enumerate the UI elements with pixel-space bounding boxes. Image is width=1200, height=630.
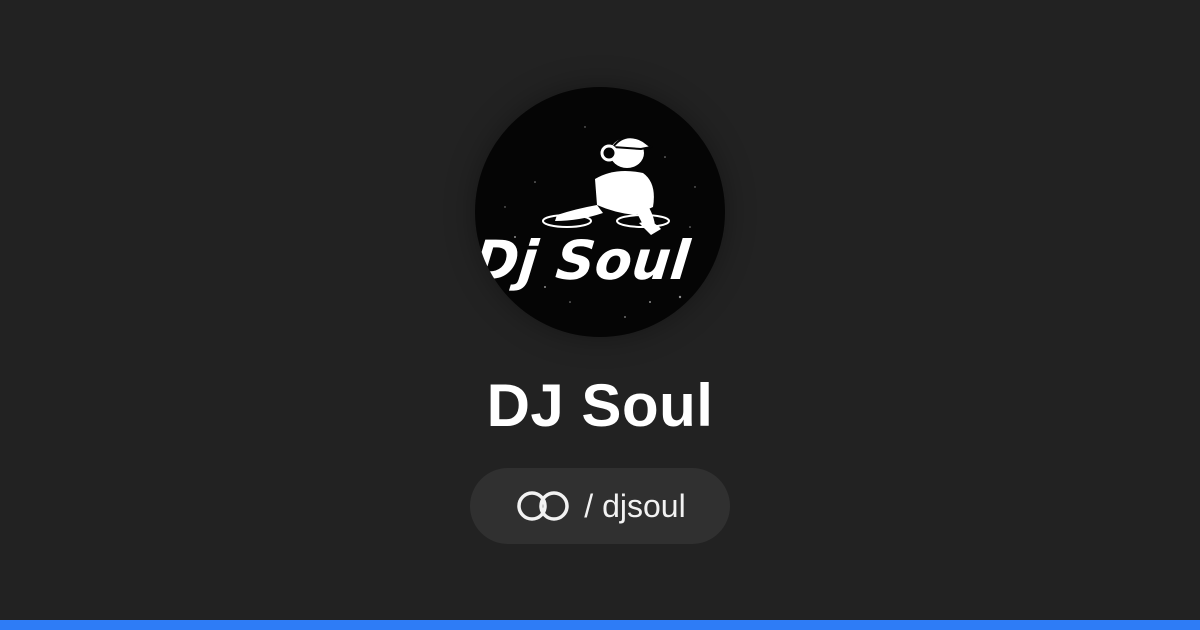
profile-name: DJ Soul (486, 372, 714, 439)
profile-handle: / djsoul (584, 488, 686, 524)
profile-card: Dj Soul DJ Soul / djsoul (0, 0, 1200, 630)
accent-bar (0, 620, 1200, 630)
profile-link-button[interactable]: / djsoul (470, 468, 730, 544)
dj-soul-logo: Dj Soul (475, 126, 696, 318)
dj-figure (542, 136, 670, 235)
linked-rings-icon (514, 489, 572, 523)
logo-wordmark: Dj Soul (475, 229, 694, 292)
avatar: Dj Soul (475, 87, 725, 337)
